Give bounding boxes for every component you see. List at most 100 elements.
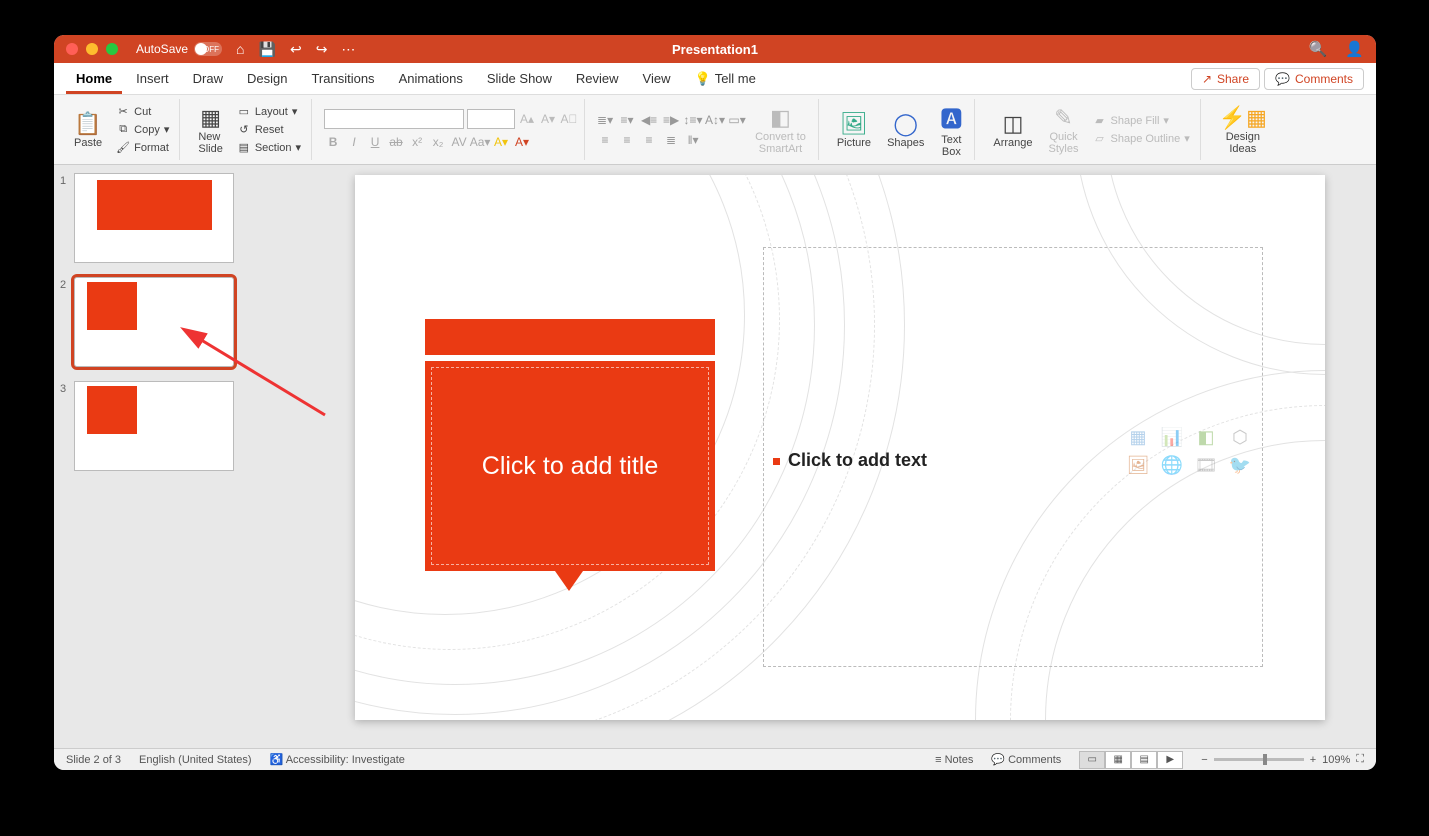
tab-home[interactable]: Home <box>66 63 122 94</box>
picture-button[interactable]: 🖼Picture <box>831 99 877 160</box>
tab-animations[interactable]: Animations <box>389 63 473 94</box>
numbering-button[interactable]: ≡▾ <box>619 113 635 127</box>
autosave-toggle[interactable]: OFF <box>194 42 222 56</box>
slide-canvas[interactable]: Click to add title Click to add text ▦ 📊… <box>355 175 1325 720</box>
new-slide-button[interactable]: ▦New Slide <box>192 99 228 160</box>
insert-icon-icon[interactable]: 🐦 <box>1225 453 1255 477</box>
tab-review[interactable]: Review <box>566 63 629 94</box>
tab-transitions[interactable]: Transitions <box>301 63 384 94</box>
font-color-button[interactable]: A▾ <box>513 133 531 151</box>
zoom-level[interactable]: 109% <box>1322 754 1350 766</box>
title-placeholder[interactable]: Click to add title <box>425 361 715 571</box>
quick-styles-button[interactable]: ✎Quick Styles <box>1043 99 1085 160</box>
scissors-icon: ✂ <box>116 105 130 118</box>
tab-view[interactable]: View <box>633 63 681 94</box>
insert-video-icon[interactable]: 🎞 <box>1191 453 1221 477</box>
outdent-button[interactable]: ◀≡ <box>641 113 657 127</box>
search-icon[interactable]: 🔍 <box>1309 40 1328 58</box>
shape-outline-button[interactable]: ▱Shape Outline ▾ <box>1089 131 1194 146</box>
save-icon[interactable]: 💾 <box>259 41 276 58</box>
comments-toggle[interactable]: 💬 Comments <box>991 753 1061 766</box>
spacing-button[interactable]: AV <box>450 133 468 151</box>
insert-smartart-icon[interactable]: ◧ <box>1191 425 1221 449</box>
reading-view-button[interactable]: ▤ <box>1131 751 1157 769</box>
tab-draw[interactable]: Draw <box>183 63 233 94</box>
increase-font-button[interactable]: A▴ <box>518 110 536 128</box>
content-placeholder-text: Click to add text <box>788 450 927 471</box>
clipboard-icon: 📋 <box>74 111 101 137</box>
shape-fill-button[interactable]: ▰Shape Fill ▾ <box>1089 113 1194 128</box>
account-icon[interactable]: 👤 <box>1345 40 1364 58</box>
insert-picture-icon[interactable]: 🖼 <box>1123 453 1153 477</box>
slide-thumbnail-1[interactable] <box>74 173 234 263</box>
fit-window-button[interactable]: ⛶ <box>1356 753 1364 766</box>
tab-slideshow[interactable]: Slide Show <box>477 63 562 94</box>
bold-button[interactable]: B <box>324 133 342 151</box>
more-icon[interactable]: ⋯ <box>341 41 355 58</box>
textbox-button[interactable]: 🅰Text Box <box>934 99 968 160</box>
decrease-font-button[interactable]: A▾ <box>539 110 557 128</box>
close-window-button[interactable] <box>66 43 78 55</box>
comments-button[interactable]: 💬Comments <box>1264 68 1364 90</box>
insert-online-picture-icon[interactable]: 🌐 <box>1157 453 1187 477</box>
insert-table-icon[interactable]: ▦ <box>1123 425 1153 449</box>
subscript-button[interactable]: x² <box>408 133 426 151</box>
strike-button[interactable]: ab <box>387 133 405 151</box>
underline-button[interactable]: U <box>366 133 384 151</box>
tab-tellme[interactable]: 💡Tell me <box>685 63 766 94</box>
cut-button[interactable]: ✂Cut <box>112 104 173 119</box>
bullets-button[interactable]: ≣▾ <box>597 113 613 127</box>
undo-icon[interactable]: ↩ <box>290 41 302 58</box>
font-size-combo[interactable] <box>467 109 515 129</box>
zoom-window-button[interactable] <box>106 43 118 55</box>
home-icon[interactable]: ⌂ <box>236 41 244 58</box>
font-name-combo[interactable] <box>324 109 464 129</box>
paste-button[interactable]: 📋Paste <box>68 99 108 160</box>
justify-button[interactable]: ≣ <box>663 133 679 147</box>
case-button[interactable]: Aa▾ <box>471 133 489 151</box>
slide-thumbnail-3[interactable] <box>74 381 234 471</box>
reset-button[interactable]: ↺Reset <box>233 122 305 137</box>
notes-toggle[interactable]: ≡ Notes <box>935 754 973 766</box>
text-direction-button[interactable]: A↕▾ <box>707 113 723 127</box>
redo-icon[interactable]: ↪ <box>316 41 328 58</box>
language-indicator[interactable]: English (United States) <box>139 754 252 766</box>
smartart-button[interactable]: ◧Convert to SmartArt <box>749 99 812 160</box>
layout-button[interactable]: ▭Layout ▾ <box>233 104 305 119</box>
align-right-button[interactable]: ≡ <box>641 133 657 147</box>
tab-design[interactable]: Design <box>237 63 297 94</box>
format-painter-button[interactable]: 🖌Format <box>112 140 173 155</box>
indent-button[interactable]: ≡▶ <box>663 113 679 127</box>
slideshow-view-button[interactable]: ▶ <box>1157 751 1183 769</box>
align-center-button[interactable]: ≡ <box>619 133 635 147</box>
copy-button[interactable]: ⧉Copy ▾ <box>112 122 173 137</box>
accessibility-status[interactable]: ♿ Accessibility: Investigate <box>270 753 405 766</box>
slide-thumbnail-2[interactable] <box>74 277 234 367</box>
clear-format-button[interactable]: A⃠ <box>560 110 578 128</box>
shapes-button[interactable]: ◯Shapes <box>881 99 930 160</box>
minimize-window-button[interactable] <box>86 43 98 55</box>
insert-chart-icon[interactable]: 📊 <box>1157 425 1187 449</box>
title-header-bar[interactable] <box>425 319 715 355</box>
line-spacing-button[interactable]: ↕≡▾ <box>685 113 701 127</box>
zoom-slider[interactable] <box>1214 758 1304 761</box>
tab-insert[interactable]: Insert <box>126 63 179 94</box>
arrange-button[interactable]: ◫Arrange <box>987 99 1038 160</box>
sorter-view-button[interactable]: ▦ <box>1105 751 1131 769</box>
section-button[interactable]: ▤Section ▾ <box>233 140 305 155</box>
designer-group: ⚡▦Design Ideas <box>1207 99 1279 160</box>
autosave-control[interactable]: AutoSave OFF <box>136 42 222 56</box>
align-text-button[interactable]: ▭▾ <box>729 113 745 127</box>
superscript-button[interactable]: x₂ <box>429 133 447 151</box>
zoom-out-button[interactable]: − <box>1201 754 1207 766</box>
design-ideas-button[interactable]: ⚡▦Design Ideas <box>1213 99 1273 160</box>
align-left-button[interactable]: ≡ <box>597 133 613 147</box>
italic-button[interactable]: I <box>345 133 363 151</box>
normal-view-button[interactable]: ▭ <box>1079 751 1105 769</box>
slide-counter[interactable]: Slide 2 of 3 <box>66 754 121 766</box>
columns-button[interactable]: ‖▾ <box>685 133 701 147</box>
share-button[interactable]: ↗Share <box>1191 68 1260 90</box>
zoom-in-button[interactable]: + <box>1310 754 1316 766</box>
highlight-button[interactable]: A▾ <box>492 133 510 151</box>
insert-3d-icon[interactable]: ⬡ <box>1225 425 1255 449</box>
